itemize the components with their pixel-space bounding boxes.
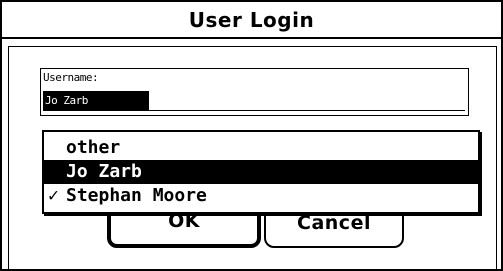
menu-item-label: Jo Zarb bbox=[66, 161, 142, 182]
username-field-group: Username: Jo Zarb bbox=[40, 68, 469, 116]
checkmark-icon: ✓ bbox=[48, 185, 59, 206]
cancel-button-label: Cancel bbox=[297, 212, 371, 234]
user-popup-menu: other Jo Zarb ✓ Stephan Moore bbox=[42, 130, 480, 214]
title-bar[interactable]: User Login bbox=[2, 2, 501, 39]
menu-item-stephan-moore[interactable]: ✓ Stephan Moore bbox=[44, 184, 478, 208]
username-input[interactable]: Jo Zarb bbox=[43, 91, 465, 111]
username-label: Username: bbox=[43, 71, 99, 84]
dialog-title: User Login bbox=[188, 7, 315, 32]
menu-item-other[interactable]: other bbox=[44, 136, 478, 160]
menu-item-label: other bbox=[66, 137, 121, 158]
username-value: Jo Zarb bbox=[43, 91, 149, 110]
menu-item-label: Stephan Moore bbox=[66, 185, 207, 206]
menu-item-jo-zarb[interactable]: Jo Zarb bbox=[44, 160, 478, 184]
